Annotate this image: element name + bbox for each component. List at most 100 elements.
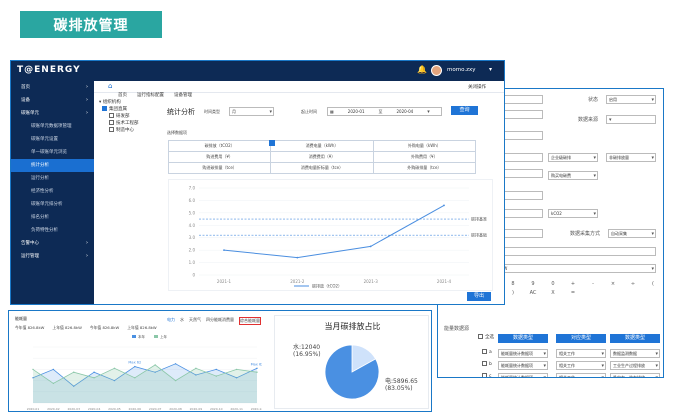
sidebar-item[interactable]: 运行分析: [11, 172, 94, 185]
col-header-3[interactable]: 数据类型: [610, 334, 660, 343]
sidebar-item[interactable]: 碳账单元 ›: [11, 107, 94, 120]
query-button[interactable]: 查询: [451, 106, 478, 115]
row-checkbox[interactable]: c: [482, 373, 491, 377]
calc-key[interactable]: ): [508, 290, 518, 296]
energy-tab[interactable]: 综合能耗量: [239, 317, 261, 325]
x-tick-label: 2021-4: [437, 279, 452, 284]
time-type-select[interactable]: 月: [229, 107, 274, 116]
calc-key[interactable]: X: [548, 290, 558, 296]
date-range-input[interactable]: ▦ 2020-01 至 2020-04: [327, 107, 442, 116]
pie-label-elec: 电:5896.65 (83.05%): [385, 378, 418, 392]
reference-label: 碳排基准: [471, 216, 487, 222]
legend-label: 碳排放（tCO2）: [312, 283, 342, 289]
sidebar-item[interactable]: 统计分析: [11, 159, 94, 172]
sidebar-item[interactable]: 运行管理 ›: [11, 250, 94, 263]
user-name[interactable]: momo.zxy: [447, 67, 476, 73]
data-item-cell[interactable]: 碳排放（tCO2）: [167, 140, 272, 152]
tree-root[interactable]: ▾ 组织机构: [99, 99, 163, 106]
calc-key[interactable]: ×: [608, 281, 618, 287]
sidebar-item[interactable]: 首页 ›: [11, 81, 94, 94]
row-select[interactable]: 数据监测数据: [610, 349, 660, 358]
sidebar-item[interactable]: 排名分析: [11, 211, 94, 224]
select-all-checkbox[interactable]: 全选: [478, 334, 494, 341]
calc-key[interactable]: =: [568, 290, 578, 296]
data-point: [32, 368, 34, 371]
avatar[interactable]: [431, 65, 442, 76]
formula-field[interactable]: [498, 247, 656, 256]
data-point: [52, 368, 55, 371]
sidebar-item[interactable]: 碳账单元数据项管理: [11, 120, 94, 133]
annotation-label: Max 62: [128, 361, 141, 365]
row-checkbox[interactable]: b: [482, 361, 492, 368]
tree-item[interactable]: 研发部: [109, 113, 163, 120]
select-b[interactable]: 非碳排放量: [606, 153, 656, 162]
tree-child[interactable]: 集团直属: [99, 106, 163, 113]
status-select[interactable]: 启用: [606, 95, 656, 104]
legend-label: 本年: [138, 334, 145, 339]
data-item-cell[interactable]: 消费电量（kWh）: [270, 140, 374, 152]
row-select[interactable]: 相关工作: [556, 373, 606, 377]
chart-area: 0 1.0 2.0 3.0 4.0 5.0 6.0 7.0 2021-1 2021-2 2021-3…: [168, 179, 493, 291]
tree-item[interactable]: 制造中心: [109, 127, 163, 134]
row-select[interactable]: 能耗量统计数据项: [498, 349, 548, 358]
sidebar-item[interactable]: 经济性分析: [11, 185, 94, 198]
legend-swatch: [154, 335, 158, 338]
data-item-cell[interactable]: 外购碳排量（tce）: [372, 162, 477, 174]
energy-tab[interactable]: 四分能耗消费量: [206, 317, 234, 325]
energy-dashboard-window: 能耗量 今年值 826.8kW 上年值 826.8kW 今年值 826.8kW 上年值…: [8, 310, 432, 412]
sidebar-item[interactable]: 设备 ›: [11, 94, 94, 107]
home-icon[interactable]: ⌂: [108, 82, 112, 90]
data-source-select[interactable]: [606, 115, 656, 124]
calc-key[interactable]: -: [588, 281, 598, 287]
data-item-cell[interactable]: 外购费用（¥）: [372, 151, 477, 163]
select-a[interactable]: 企业级碳排: [548, 153, 598, 162]
sidebar-item[interactable]: 碳账单元设置: [11, 133, 94, 146]
energy-tab[interactable]: 水: [180, 317, 184, 325]
data-item-cell[interactable]: 消费费用（¥）: [270, 151, 374, 163]
chevron-down-icon[interactable]: ▾: [489, 66, 492, 73]
sidebar-item[interactable]: 碳账单元排分析: [11, 198, 94, 211]
bell-icon[interactable]: 🔔: [417, 65, 427, 74]
data-item-cell[interactable]: 消费电量折标量（tce）: [270, 162, 374, 174]
data-item-cell[interactable]: 购进碳排量（tce）: [167, 162, 272, 174]
data-point: [296, 256, 299, 259]
calc-key[interactable]: (: [648, 281, 658, 287]
pie-chart: [324, 344, 380, 400]
close-ops[interactable]: 关闭操作: [468, 84, 486, 90]
data-item-cell[interactable]: 外购电量（kWh）: [372, 140, 477, 152]
energy-line-chart: 2020-01 2020-02 2020-03 2020-04 2020-05 2020-…: [27, 334, 262, 411]
row-select[interactable]: 相关工作: [556, 349, 606, 358]
calc-key[interactable]: 9: [528, 281, 538, 287]
calc-key[interactable]: AC: [528, 290, 538, 296]
select-c[interactable]: 购买电碳费: [548, 171, 598, 180]
tree-item[interactable]: 技术工程部: [109, 120, 163, 127]
row-select[interactable]: 能耗量统计数据项: [498, 373, 548, 377]
calc-key[interactable]: +: [568, 281, 578, 287]
formula-input[interactable]: kW: [498, 264, 656, 273]
data-point: [174, 379, 177, 382]
section-label: 能量数据源: [444, 326, 470, 332]
col-header-2[interactable]: 对应类型: [556, 334, 606, 343]
export-button[interactable]: 导出: [467, 292, 491, 301]
y-tick-label: 5.0: [189, 210, 196, 215]
row-select[interactable]: 能耗量统计数据项: [498, 361, 548, 370]
energy-tab[interactable]: 天然气: [189, 317, 201, 325]
row-checkbox[interactable]: a: [482, 349, 492, 356]
data-item-grid: 碳排放（tCO2） 消费电量（kWh） 外购电量（kWh） 购进费用（¥） 消费费用（¥…: [167, 140, 477, 174]
nav-tab[interactable]: 设备管理: [174, 90, 192, 102]
row-select[interactable]: 工业生产过程排放: [610, 361, 660, 370]
sidebar-item[interactable]: 告警中心 ›: [11, 237, 94, 250]
select-d[interactable]: kCO2: [548, 209, 598, 218]
chevron-icon: ›: [86, 84, 88, 90]
calc-key[interactable]: 0: [548, 281, 558, 287]
energy-tab[interactable]: 电力: [167, 317, 175, 325]
sidebar-item[interactable]: 单一碳账单元浏览: [11, 146, 94, 159]
row-select[interactable]: 相关工作: [556, 361, 606, 370]
calc-key[interactable]: 8: [508, 281, 518, 287]
calc-key[interactable]: ÷: [628, 281, 638, 287]
data-collect-select[interactable]: 自动采集: [608, 229, 656, 238]
data-item-cell[interactable]: 购进费用（¥）: [167, 151, 272, 163]
col-header-1[interactable]: 数据类型: [498, 334, 548, 343]
row-select[interactable]: 净电力、热力排放: [610, 373, 660, 377]
sidebar-item[interactable]: 负荷特性分析: [11, 224, 94, 237]
